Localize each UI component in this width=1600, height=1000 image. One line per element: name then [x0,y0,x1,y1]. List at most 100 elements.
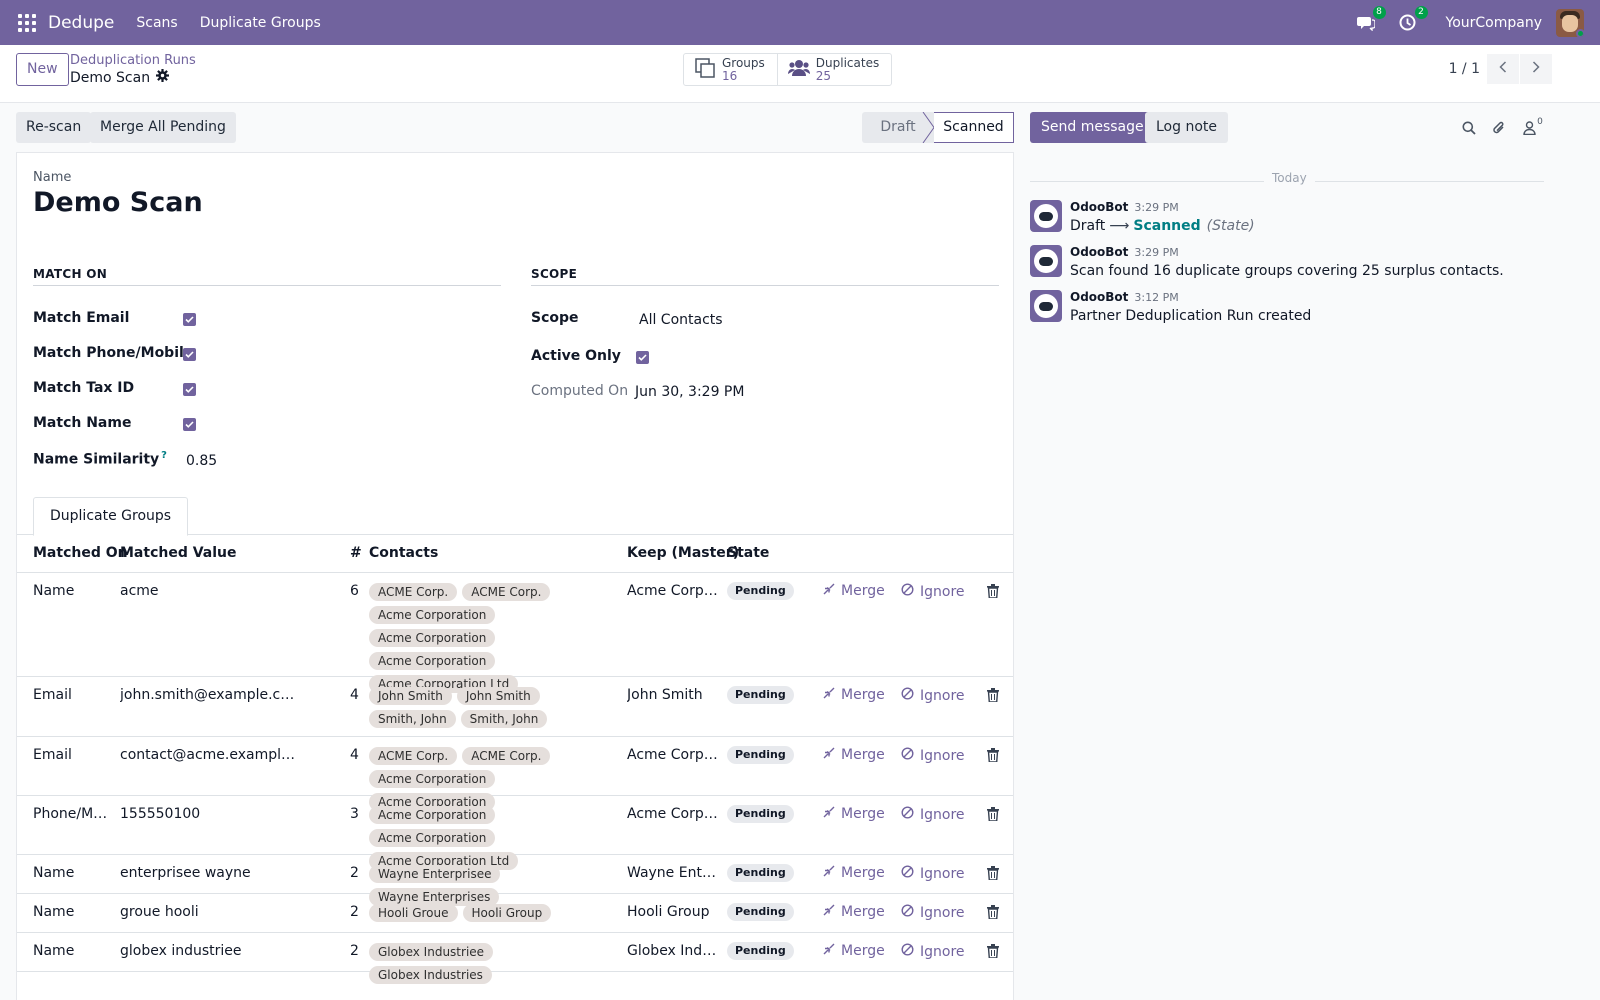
match-name-checkbox[interactable] [183,418,196,431]
contact-tag[interactable]: ACME Corp. [462,583,551,601]
record-name[interactable]: Demo Scan [33,187,203,218]
contact-tag[interactable]: Hooli Group [462,904,552,922]
pager-next-button[interactable] [1520,54,1552,84]
contact-tag[interactable]: Acme Corporation [369,629,496,647]
contact-tag[interactable]: Acme Corporation [369,770,496,788]
log-note-button[interactable]: Log note [1145,112,1228,143]
contact-tag[interactable]: ACME Corp. [369,747,458,765]
table-row[interactable]: Email john.smith@example.c… 4 John Smith Joh… [17,677,1013,737]
ignore-button[interactable]: Ignore [901,943,965,960]
col-matched-on[interactable]: Matched On [33,545,128,561]
ignore-button[interactable]: Ignore [901,687,965,704]
cell-count: 3 [350,806,359,822]
help-tooltip-icon[interactable]: ? [161,450,167,461]
trash-icon[interactable] [987,688,1001,704]
ignore-button[interactable]: Ignore [901,583,965,600]
table-row[interactable]: Name globex industriee 2 Globex Industriee G… [17,933,1013,984]
merge-button[interactable]: Merge [823,583,885,599]
trash-icon[interactable] [987,748,1001,764]
ignore-button[interactable]: Ignore [901,904,965,921]
duplicates-value: 25 [815,68,832,83]
contact-tag[interactable]: Acme Corporation [369,652,496,670]
company-switcher[interactable]: YourCompany [1446,15,1543,31]
contact-tag[interactable]: John Smith [369,687,452,705]
contact-tag[interactable]: Wayne Enterprisee [369,865,501,883]
match-phone-label: Match Phone/Mobile [33,345,194,361]
ignore-button[interactable]: Ignore [901,806,965,823]
app-name[interactable]: Dedupe [48,13,114,33]
trash-icon[interactable] [987,905,1001,921]
merge-button[interactable]: Merge [823,943,885,959]
gear-icon[interactable] [156,69,170,86]
merge-button[interactable]: Merge [823,687,885,703]
active-only-checkbox[interactable] [636,351,649,364]
contact-tag[interactable]: Hooli Groue [369,904,458,922]
activities-icon[interactable]: 2 [1398,5,1428,33]
col-matched-value[interactable]: Matched Value [120,545,237,561]
match-phone-checkbox[interactable] [183,348,196,361]
merge-button-label: Merge [841,583,885,599]
table-row[interactable]: Name groue hooli 2 Hooli Groue Hooli Group Ho… [17,894,1013,933]
col-keep-master[interactable]: Keep (Master) [627,545,739,561]
pager-value[interactable]: 1 / 1 [1449,61,1480,77]
ignore-button[interactable]: Ignore [901,747,965,764]
trash-icon[interactable] [987,807,1001,823]
message-author[interactable]: OdooBot 3:29 PM [1070,245,1179,259]
merge-button[interactable]: Merge [823,806,885,822]
cell-count: 6 [350,583,359,599]
ignore-button[interactable]: Ignore [901,865,965,882]
merge-all-pending-button[interactable]: Merge All Pending [90,112,236,143]
match-on-header: MATCH ON [33,267,501,286]
odoobot-avatar[interactable] [1030,245,1062,277]
merge-button[interactable]: Merge [823,747,885,763]
menu-duplicate-groups[interactable]: Duplicate Groups [200,15,321,31]
col-count[interactable]: # [350,545,362,561]
contact-tag[interactable]: ACME Corp. [462,747,551,765]
trash-icon[interactable] [987,866,1001,882]
match-taxid-checkbox[interactable] [183,383,196,396]
stage-scanned[interactable]: Scanned [934,112,1014,143]
contact-tag[interactable]: Smith, John [460,710,548,728]
name-similarity-value[interactable]: 0.85 [186,453,217,469]
trash-icon[interactable] [987,584,1001,600]
send-message-button[interactable]: Send message [1030,112,1155,143]
table-row[interactable]: Name acme 6 ACME Corp. ACME Corp. Acme Corpor… [17,573,1013,693]
contact-tag[interactable]: Globex Industries [369,966,492,984]
messages-icon[interactable]: 8 [1356,5,1386,33]
merge-button[interactable]: Merge [823,904,885,920]
contact-tag[interactable]: ACME Corp. [369,583,458,601]
menu-scans[interactable]: Scans [136,15,177,31]
contact-tag[interactable]: Acme Corporation [369,829,496,847]
col-contacts[interactable]: Contacts [369,545,438,561]
breadcrumb-parent[interactable]: Deduplication Runs [70,53,196,68]
duplicates-smart-button[interactable]: Duplicates 25 [776,54,891,85]
message-author[interactable]: OdooBot 3:29 PM [1070,200,1179,214]
table-row[interactable]: Name enterprisee wayne 2 Wayne Enterprisee W… [17,855,1013,906]
contact-tag[interactable]: John Smith [456,687,540,705]
tab-duplicate-groups[interactable]: Duplicate Groups [33,497,189,536]
match-email-checkbox[interactable] [183,313,196,326]
message-author[interactable]: OdooBot 3:12 PM [1070,290,1179,304]
contact-tag[interactable]: Acme Corporation [369,806,496,824]
contact-tag[interactable]: Acme Corporation [369,606,496,624]
trash-icon[interactable] [987,944,1001,960]
merge-button[interactable]: Merge [823,865,885,881]
apps-menu-icon[interactable] [18,13,36,32]
rescan-button[interactable]: Re-scan [16,112,92,143]
scope-value[interactable]: All Contacts [639,312,723,328]
contact-tag[interactable]: Smith, John [369,710,456,728]
odoobot-avatar[interactable] [1030,200,1062,232]
col-state[interactable]: State [727,545,769,561]
followers-icon[interactable]: 0 [1520,117,1546,137]
odoobot-avatar[interactable] [1030,290,1062,322]
groups-smart-button[interactable]: Groups 16 [684,54,777,85]
search-icon[interactable] [1460,119,1478,137]
new-button[interactable]: New [16,53,69,86]
paperclip-icon[interactable] [1490,119,1508,137]
user-avatar[interactable] [1556,8,1584,37]
contact-tag[interactable]: Globex Industriee [369,943,494,961]
cell-contacts: Hooli Groue Hooli Group [369,904,617,922]
table-row[interactable]: Email contact@acme.exampl… 4 ACME Corp. ACME… [17,737,1013,811]
table-row[interactable]: Phone/M… 155550100 3 Acme Corporation Acme C… [17,796,1013,870]
pager-previous-button[interactable] [1487,54,1519,84]
